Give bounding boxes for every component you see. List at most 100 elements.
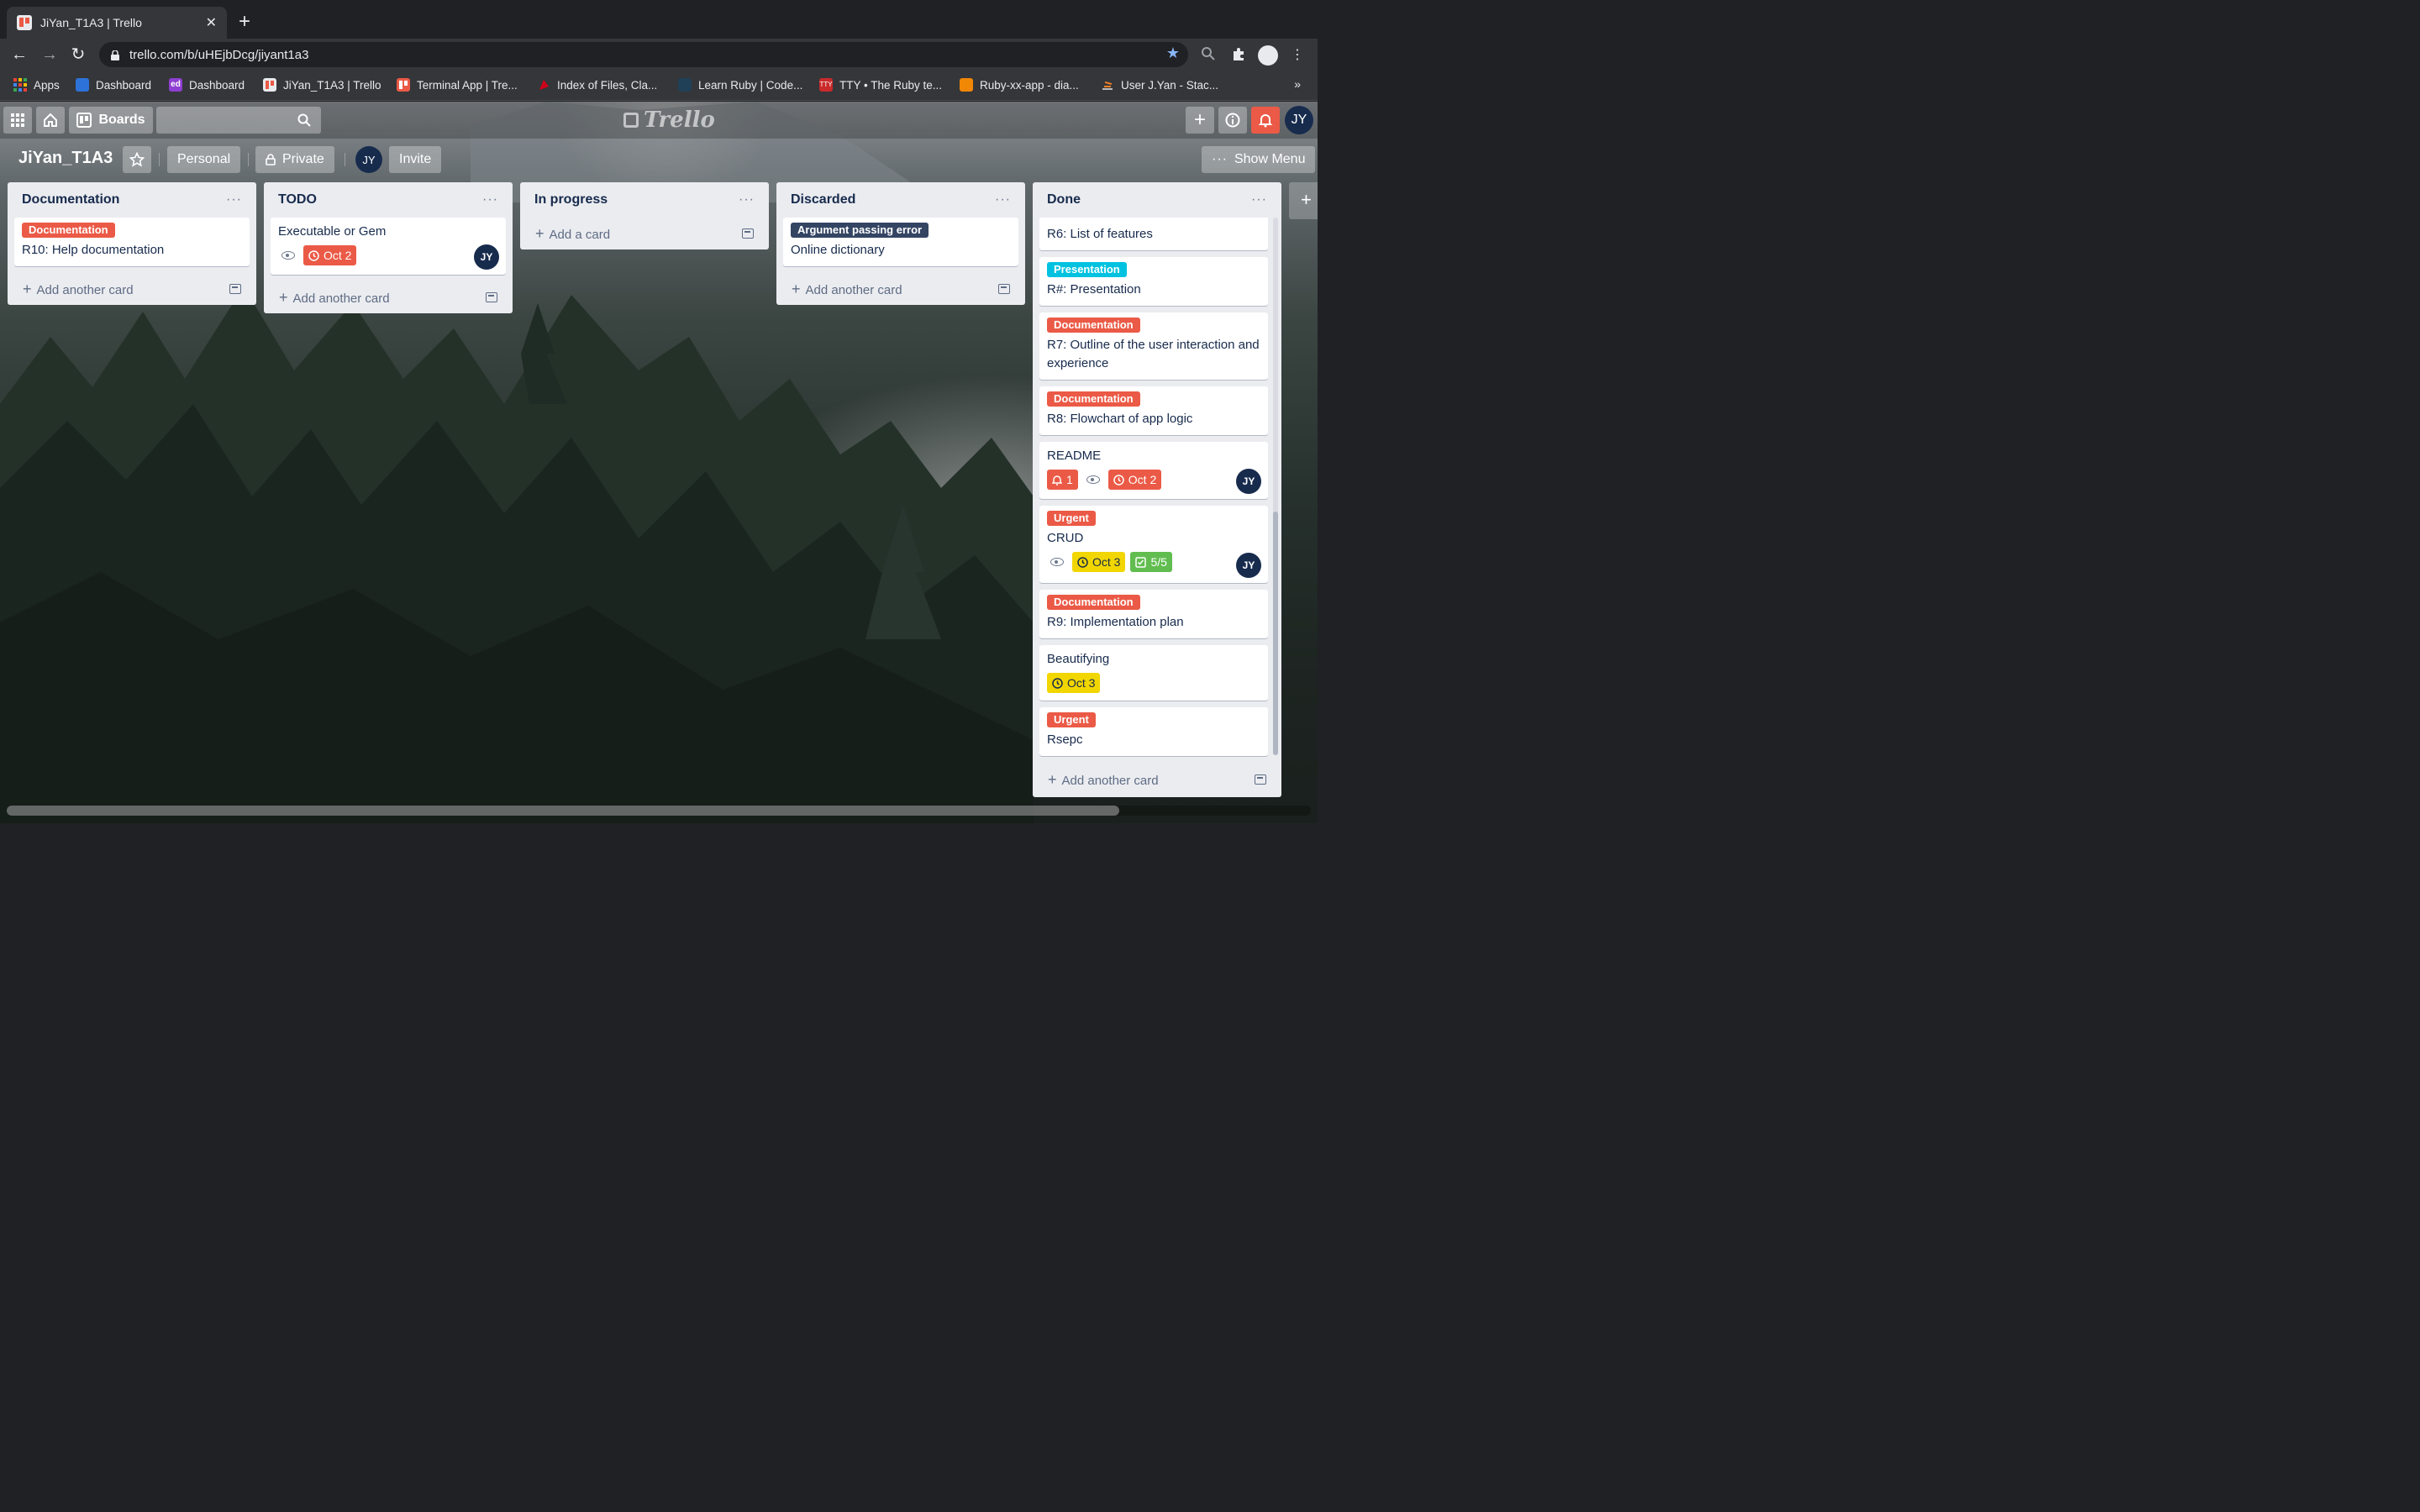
trello-logo[interactable]: Trello <box>623 107 715 134</box>
card[interactable]: Documentation R10: Help documentation <box>14 218 250 266</box>
checklist-badge[interactable]: 5/5 <box>1130 552 1172 572</box>
bookmark-learn-ruby[interactable]: Learn Ruby | Code... <box>678 78 802 92</box>
board-horizontal-scrollbar[interactable] <box>7 806 1311 816</box>
reload-icon[interactable]: ↻ <box>67 44 89 66</box>
close-tab-icon[interactable]: ✕ <box>206 14 217 31</box>
boards-button[interactable]: Boards <box>69 107 153 134</box>
card-template-icon[interactable] <box>742 228 754 239</box>
add-card-button[interactable]: + Add another card <box>264 281 513 313</box>
privacy-button[interactable]: Private <box>255 146 334 173</box>
add-card-button[interactable]: + Add another card <box>1033 764 1281 795</box>
list-menu-dots-icon[interactable]: ··· <box>1251 192 1267 207</box>
board-title[interactable]: JiYan_T1A3 <box>18 149 113 168</box>
user-avatar[interactable]: JY <box>1285 106 1313 134</box>
list-title[interactable]: Documentation <box>22 192 119 207</box>
card-member-avatar[interactable]: JY <box>1236 469 1261 494</box>
card-label[interactable]: Argument passing error <box>791 223 929 238</box>
list-scroll-area[interactable]: R6: List of features Presentation R#: Pr… <box>1033 218 1281 764</box>
bookmarks-overflow-icon[interactable]: » <box>1294 77 1301 91</box>
new-tab-icon[interactable]: + <box>239 12 250 32</box>
back-arrow-icon[interactable]: ← <box>8 44 30 66</box>
card-template-icon[interactable] <box>486 292 497 302</box>
card-label[interactable]: Presentation <box>1047 262 1127 277</box>
bookmark-index-of-files[interactable]: Index of Files, Cla... <box>537 78 657 92</box>
bookmark-dashboard-canvas[interactable]: Dashboard <box>76 78 151 92</box>
card[interactable]: README 1 Oct 2 JY <box>1039 442 1268 499</box>
search-lens-icon[interactable] <box>1198 45 1218 66</box>
card[interactable]: Documentation R7: Outline of the user in… <box>1039 312 1268 380</box>
chrome-menu-icon[interactable]: ⋮ <box>1287 45 1307 66</box>
add-card-button[interactable]: + Add another card <box>776 273 1025 305</box>
list-title[interactable]: In progress <box>534 192 608 207</box>
bookmark-dashboard-ed[interactable]: ed Dashboard <box>169 78 245 92</box>
due-date-badge[interactable]: Oct 3 <box>1047 673 1101 693</box>
card-label[interactable]: Urgent <box>1047 511 1096 526</box>
add-card-button[interactable]: + Add a card <box>520 218 769 249</box>
watch-eye-icon <box>1050 558 1064 566</box>
list-title[interactable]: TODO <box>278 192 317 207</box>
due-date-badge[interactable]: Oct 2 <box>1107 470 1162 490</box>
card-member-avatar[interactable]: JY <box>474 244 499 270</box>
due-date-badge[interactable]: Oct 3 <box>1072 552 1126 572</box>
home-icon[interactable] <box>36 107 65 134</box>
card-template-icon[interactable] <box>998 284 1010 294</box>
bookmark-stackoverflow[interactable]: User J.Yan - Stac... <box>1101 78 1218 92</box>
card-title: R6: List of features <box>1047 227 1153 241</box>
card-label[interactable]: Urgent <box>1047 712 1096 727</box>
notification-badge[interactable]: 1 <box>1047 470 1078 490</box>
list-title[interactable]: Done <box>1047 192 1081 207</box>
card[interactable]: Urgent Rsepc <box>1039 707 1268 756</box>
show-menu-button[interactable]: ··· Show Menu <box>1202 146 1316 173</box>
forward-arrow-icon[interactable]: → <box>39 44 60 66</box>
team-visibility-button[interactable]: Personal <box>167 146 241 173</box>
extensions-puzzle-icon[interactable] <box>1228 45 1249 66</box>
clock-icon <box>308 249 319 261</box>
star-board-icon[interactable] <box>123 146 151 173</box>
list-menu-dots-icon[interactable]: ··· <box>995 192 1011 207</box>
tty-icon: TTY <box>819 78 833 92</box>
bookmark-star-icon[interactable]: ★ <box>1166 45 1180 62</box>
board-scroll-thumb[interactable] <box>7 806 1119 816</box>
plus-icon: + <box>279 288 288 306</box>
add-list-button[interactable]: + <box>1289 182 1318 219</box>
card[interactable]: R6: List of features <box>1039 218 1268 250</box>
card-label[interactable]: Documentation <box>1047 318 1140 333</box>
card-label[interactable]: Documentation <box>22 223 115 238</box>
card[interactable]: Documentation R8: Flowchart of app logic <box>1039 386 1268 435</box>
card[interactable]: Documentation R9: Implementation plan <box>1039 590 1268 638</box>
info-icon[interactable] <box>1218 107 1247 134</box>
list-scroll-thumb[interactable] <box>1273 512 1278 755</box>
due-date-badge[interactable]: Oct 2 <box>303 245 357 265</box>
add-card-button[interactable]: + Add another card <box>8 273 256 305</box>
clock-icon <box>1077 556 1088 568</box>
address-bar[interactable]: trello.com/b/uHEjbDcg/jiyant1a3 ★ <box>99 42 1188 67</box>
list-title[interactable]: Discarded <box>791 192 855 207</box>
bookmark-apps[interactable]: Apps <box>13 78 60 92</box>
search-input[interactable] <box>156 107 321 134</box>
bookmark-trello-board[interactable]: JiYan_T1A3 | Trello <box>263 78 381 92</box>
bookmark-terminal-app[interactable]: Terminal App | Tre... <box>397 78 518 92</box>
list-menu-dots-icon[interactable]: ··· <box>482 192 498 207</box>
card[interactable]: Presentation R#: Presentation <box>1039 257 1268 306</box>
card-template-icon[interactable] <box>229 284 241 294</box>
profile-avatar-icon[interactable] <box>1258 45 1278 66</box>
bookmark-ruby-diagram[interactable]: Ruby-xx-app - dia... <box>960 78 1079 92</box>
card[interactable]: Argument passing error Online dictionary <box>783 218 1018 266</box>
bookmark-tty[interactable]: TTY TTY • The Ruby te... <box>819 78 942 92</box>
card[interactable]: Beautifying Oct 3 <box>1039 645 1268 701</box>
list-vertical-scrollbar[interactable] <box>1273 218 1278 755</box>
browser-tab[interactable]: JiYan_T1A3 | Trello ✕ <box>7 7 227 39</box>
card-member-avatar[interactable]: JY <box>1236 553 1261 578</box>
apps-switcher-icon[interactable] <box>3 107 32 134</box>
list-menu-dots-icon[interactable]: ··· <box>226 192 242 207</box>
invite-button[interactable]: Invite <box>389 146 442 173</box>
card[interactable]: Urgent CRUD Oct 3 5/5 JY <box>1039 506 1268 583</box>
card-label[interactable]: Documentation <box>1047 595 1140 610</box>
card-template-icon[interactable] <box>1255 774 1266 785</box>
card-label[interactable]: Documentation <box>1047 391 1140 407</box>
card[interactable]: Executable or Gem Oct 2 JY <box>271 218 506 275</box>
list-menu-dots-icon[interactable]: ··· <box>739 192 755 207</box>
notifications-bell-icon[interactable] <box>1251 107 1280 134</box>
create-plus-icon[interactable]: + <box>1186 107 1214 134</box>
board-member-avatar[interactable]: JY <box>355 146 382 173</box>
